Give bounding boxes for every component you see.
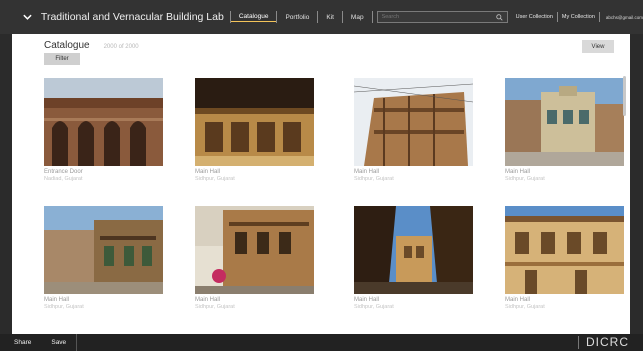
page-title: Catalogue — [44, 40, 90, 51]
user-email[interactable]: abchs@gmail.com — [600, 15, 643, 20]
catalogue-card[interactable]: Main Hall Sidhpur, Gujarat — [505, 206, 624, 311]
search-box[interactable] — [376, 11, 508, 23]
user-nav: User Collection My Collection abchs@gmai… — [512, 12, 643, 22]
photo-main-hall[interactable] — [195, 78, 314, 166]
user-collection-link[interactable]: User Collection — [512, 14, 557, 20]
save-button[interactable]: Save — [41, 334, 76, 351]
card-location: Sidhpur, Gujarat — [354, 304, 394, 310]
tab-map[interactable]: Map — [343, 14, 372, 21]
dicrc-logo: DICRC — [586, 335, 629, 349]
card-location: Sidhpur, Gujarat — [505, 176, 545, 182]
scrollbar[interactable] — [623, 76, 626, 116]
my-collection-link[interactable]: My Collection — [558, 14, 599, 20]
card-title: Main Hall — [505, 297, 531, 303]
catalogue-card[interactable]: Main Hall Sidhpur, Gujarat — [195, 206, 314, 311]
share-button[interactable]: Share — [0, 334, 41, 351]
tab-portfolio[interactable]: Portfolio — [277, 14, 317, 21]
tab-catalogue[interactable]: Catalogue — [230, 13, 277, 22]
card-title: Main Hall — [354, 169, 380, 175]
bottom-bar: Share Save DICRC — [0, 334, 643, 351]
card-location: Sidhpur, Gujarat — [505, 304, 545, 310]
app-title: Traditional and Vernacular Building Lab — [40, 11, 224, 23]
footer-divider — [76, 334, 78, 351]
photo-main-hall[interactable] — [354, 206, 473, 294]
card-location: Sidhpur, Gujarat — [44, 304, 84, 310]
card-title: Main Hall — [195, 169, 221, 175]
catalogue-card[interactable]: Main Hall Sidhpur, Gujarat — [354, 78, 473, 183]
photo-main-hall[interactable] — [505, 206, 624, 294]
view-button[interactable]: View — [582, 40, 614, 53]
photo-main-hall[interactable] — [505, 78, 624, 166]
photo-main-hall[interactable] — [195, 206, 314, 294]
card-location: Sidhpur, Gujarat — [354, 176, 394, 182]
top-bar: Traditional and Vernacular Building Lab … — [0, 0, 643, 34]
result-count: 2000 of 2000 — [103, 44, 139, 50]
card-title: Main Hall — [505, 169, 531, 175]
tab-kit[interactable]: Kit — [318, 14, 342, 21]
card-title: Main Hall — [354, 297, 380, 303]
catalogue-card[interactable]: Main Hall Sidhpur, Gujarat — [195, 78, 314, 183]
catalogue-header: Catalogue 2000 of 2000 — [44, 40, 139, 51]
card-title: Main Hall — [44, 297, 70, 303]
photo-main-hall[interactable] — [354, 78, 473, 166]
photo-main-hall[interactable] — [44, 206, 163, 294]
catalogue-card[interactable]: Main Hall Sidhpur, Gujarat — [505, 78, 624, 183]
photo-entrance-door[interactable] — [44, 78, 163, 166]
card-title: Entrance Door — [44, 169, 83, 175]
nav-divider — [371, 11, 373, 23]
catalogue-card[interactable]: Entrance Door Nadiad, Gujarat — [44, 78, 163, 183]
card-location: Sidhpur, Gujarat — [195, 176, 235, 182]
filter-button[interactable]: Filter — [44, 53, 80, 65]
chevron-down-icon[interactable] — [22, 11, 33, 23]
search-icon[interactable] — [495, 13, 503, 21]
card-location: Sidhpur, Gujarat — [195, 304, 235, 310]
card-title: Main Hall — [195, 297, 221, 303]
catalogue-card[interactable]: Main Hall Sidhpur, Gujarat — [44, 206, 163, 311]
catalogue-card[interactable]: Main Hall Sidhpur, Gujarat — [354, 206, 473, 311]
main-nav: Catalogue Portfolio Kit Map — [229, 11, 373, 23]
logo-divider — [578, 336, 579, 349]
search-input[interactable] — [381, 14, 496, 20]
card-location: Nadiad, Gujarat — [44, 176, 83, 182]
catalogue-panel: Catalogue 2000 of 2000 Filter View Entra… — [12, 34, 630, 334]
